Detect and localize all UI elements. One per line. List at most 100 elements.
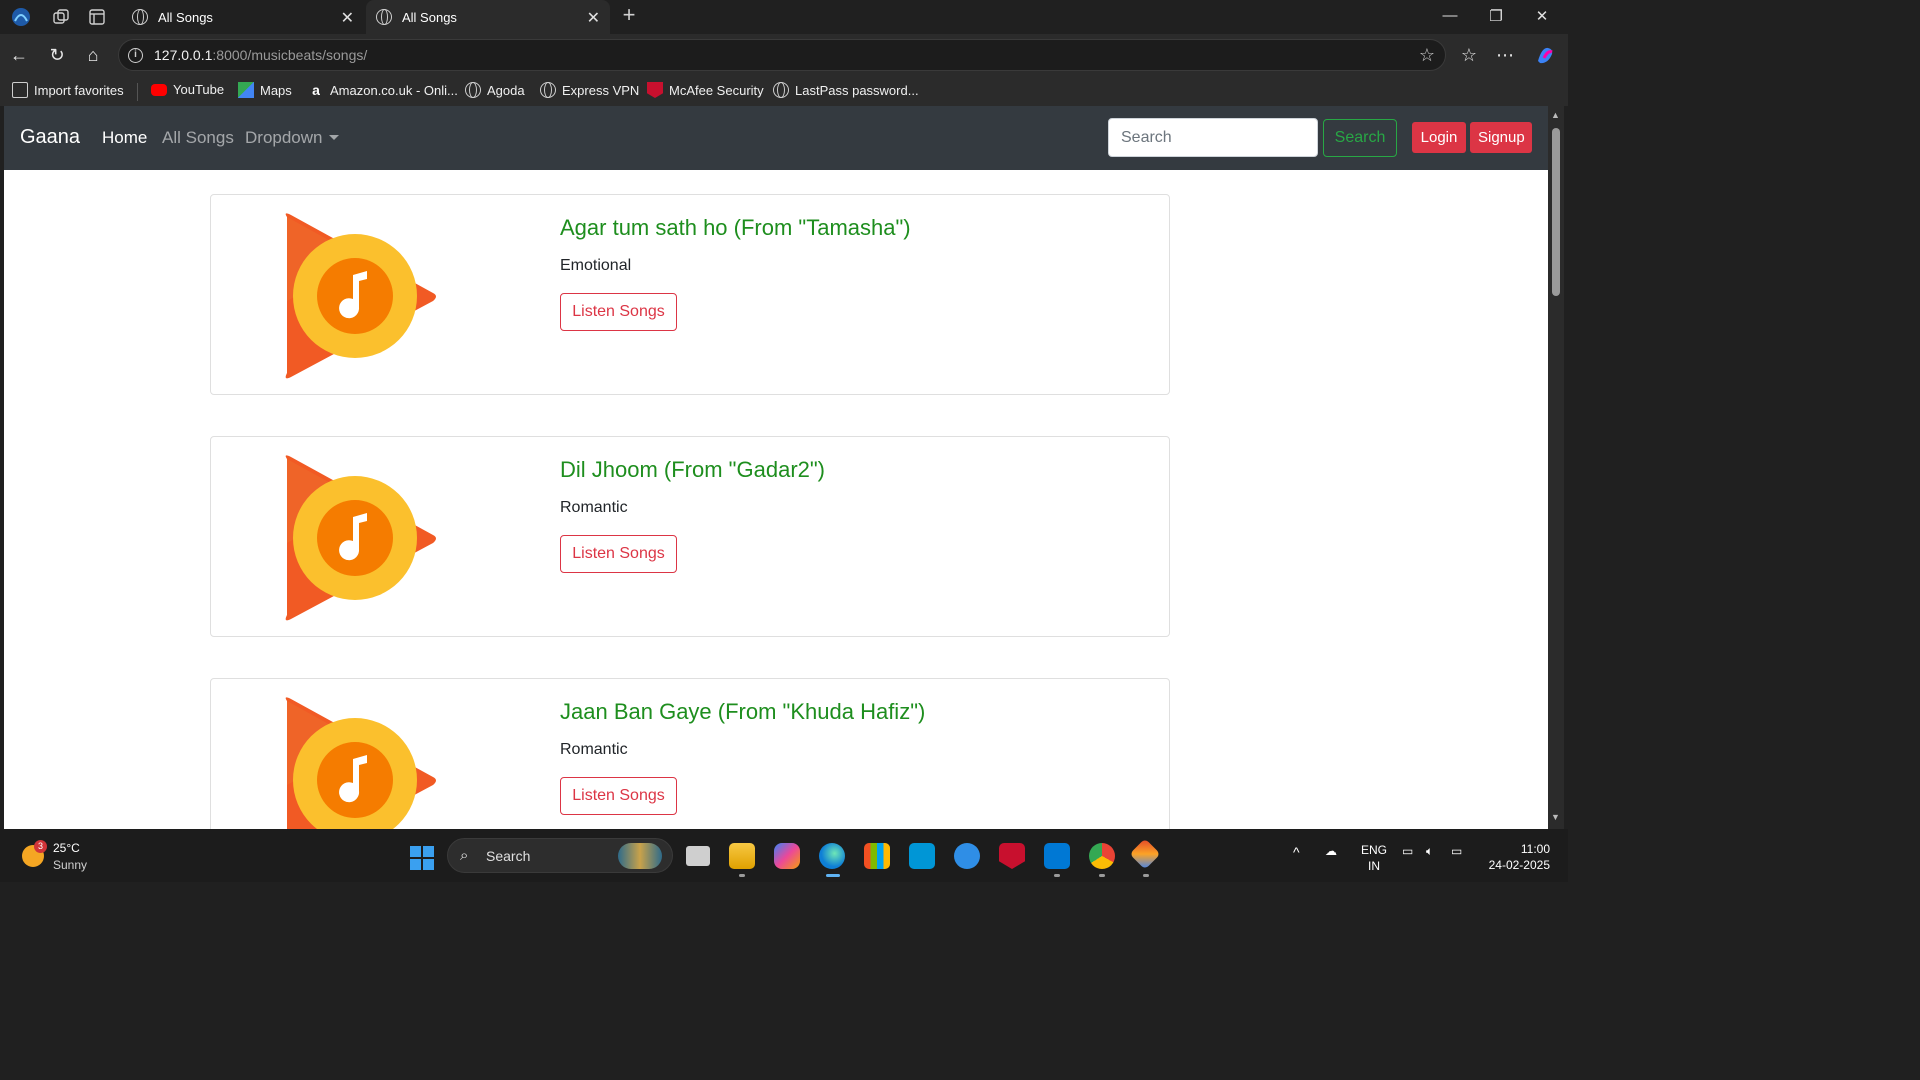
microsoft-store-icon[interactable] bbox=[864, 843, 890, 869]
tab-actions-icon[interactable] bbox=[86, 6, 108, 28]
amazon-icon: a bbox=[312, 82, 320, 98]
close-window-icon[interactable]: ✕ bbox=[1532, 7, 1552, 25]
import-icon bbox=[12, 82, 28, 98]
play-music-icon bbox=[285, 697, 436, 829]
copilot-icon[interactable] bbox=[1534, 44, 1556, 66]
song-title: Dil Jhoom (From "Gadar2") bbox=[560, 457, 826, 482]
tab-title: All Songs bbox=[402, 9, 457, 25]
copilot-app-icon[interactable] bbox=[774, 843, 800, 869]
workspaces-icon[interactable] bbox=[50, 6, 72, 28]
task-view-icon[interactable] bbox=[686, 846, 710, 866]
new-tab-icon[interactable]: + bbox=[618, 2, 640, 27]
running-indicator bbox=[1143, 874, 1149, 877]
bookmark-agoda[interactable]: Agoda bbox=[465, 82, 525, 98]
edge-icon[interactable] bbox=[819, 843, 845, 869]
song-card: Agar tum sath ho (From "Tamasha") Emotio… bbox=[210, 194, 1170, 395]
search-input[interactable] bbox=[1108, 118, 1318, 157]
search-icon: ⌕ bbox=[460, 847, 469, 864]
system-clock[interactable]: 11:00 24-02-2025 bbox=[1489, 841, 1550, 873]
search-highlight-image bbox=[618, 843, 662, 869]
myhp-icon[interactable] bbox=[909, 843, 935, 869]
listen-songs-button[interactable]: Listen Songs bbox=[560, 777, 677, 815]
signup-button[interactable]: Signup bbox=[1470, 122, 1532, 153]
bookmark-import-favorites[interactable]: Import favorites bbox=[12, 82, 124, 98]
page-scrollbar[interactable]: ▲ ▼ bbox=[1548, 106, 1564, 829]
bookmark-lastpass[interactable]: LastPass password... bbox=[773, 82, 919, 98]
running-indicator bbox=[1054, 874, 1060, 877]
weather-badge: 3 bbox=[34, 840, 47, 853]
song-category: Emotional bbox=[560, 257, 632, 274]
listen-songs-button[interactable]: Listen Songs bbox=[560, 293, 677, 331]
favorites-icon[interactable]: ☆ bbox=[1458, 44, 1480, 66]
mcafee-icon bbox=[647, 82, 663, 98]
globe-icon bbox=[465, 82, 481, 98]
chrome-icon[interactable] bbox=[1089, 843, 1115, 869]
running-indicator bbox=[1099, 874, 1105, 877]
windows-start-icon[interactable] bbox=[410, 846, 434, 870]
taskbar-search[interactable]: ⌕ Search bbox=[447, 838, 673, 873]
battery-icon[interactable]: ▭ bbox=[1451, 844, 1462, 858]
language-indicator[interactable]: ENG IN bbox=[1361, 842, 1387, 874]
bookmark-mcafee[interactable]: McAfee Security bbox=[647, 82, 764, 98]
favorite-star-icon[interactable]: ☆ bbox=[1419, 45, 1435, 66]
tab-all-songs-1[interactable]: All Songs ✕ bbox=[122, 0, 364, 34]
play-music-icon bbox=[285, 213, 436, 379]
nav-home[interactable]: Home bbox=[102, 128, 147, 148]
browser-profile-icon[interactable] bbox=[10, 6, 32, 28]
search-button[interactable]: Search bbox=[1323, 119, 1397, 157]
close-tab-icon[interactable]: ✕ bbox=[587, 8, 600, 28]
song-category: Romantic bbox=[560, 499, 628, 516]
site-info-icon[interactable]: i bbox=[128, 48, 143, 63]
restore-icon[interactable]: ❐ bbox=[1486, 7, 1506, 25]
scroll-thumb[interactable] bbox=[1552, 128, 1560, 296]
back-icon[interactable]: ← bbox=[8, 44, 30, 66]
onedrive-icon[interactable]: ☁ bbox=[1325, 844, 1337, 858]
url-text[interactable]: 127.0.0.1:8000/musicbeats/songs/ bbox=[154, 47, 367, 63]
git-app-icon[interactable] bbox=[1129, 838, 1161, 870]
bookmark-express-vpn[interactable]: Express VPN bbox=[540, 82, 639, 98]
caret-down-icon bbox=[328, 135, 339, 140]
scroll-down-icon[interactable]: ▼ bbox=[1551, 812, 1560, 822]
site-brand[interactable]: Gaana bbox=[20, 126, 80, 149]
windows-taskbar: 3 25°C Sunny ⌕ Search ^ ☁ ENG IN ▭ 🔈︎ ▭ 1… bbox=[0, 829, 1568, 882]
mcafee-app-icon[interactable] bbox=[999, 843, 1025, 869]
divider bbox=[137, 83, 138, 101]
globe-icon bbox=[376, 9, 392, 25]
file-explorer-icon[interactable] bbox=[729, 843, 755, 869]
play-music-icon bbox=[285, 455, 436, 621]
network-icon[interactable]: ▭ bbox=[1402, 844, 1413, 858]
show-hidden-icons[interactable]: ^ bbox=[1293, 844, 1300, 860]
vscode-icon[interactable] bbox=[1044, 843, 1070, 869]
weather-temp[interactable]: 25°C bbox=[53, 841, 80, 855]
help-icon[interactable] bbox=[954, 843, 980, 869]
url-bar[interactable]: i 127.0.0.1:8000/musicbeats/songs/ ☆ bbox=[118, 39, 1446, 71]
login-button[interactable]: Login bbox=[1412, 122, 1466, 153]
globe-icon bbox=[540, 82, 556, 98]
tab-all-songs-2[interactable]: All Songs ✕ bbox=[366, 0, 610, 34]
tab-title: All Songs bbox=[158, 9, 213, 25]
weather-condition[interactable]: Sunny bbox=[53, 858, 87, 872]
listen-songs-button[interactable]: Listen Songs bbox=[560, 535, 677, 573]
address-toolbar: ← ↻ ⌂ i 127.0.0.1:8000/musicbeats/songs/… bbox=[0, 34, 1568, 76]
volume-icon[interactable]: 🔈︎ bbox=[1426, 844, 1433, 859]
youtube-icon bbox=[151, 83, 167, 96]
nav-dropdown[interactable]: Dropdown bbox=[245, 128, 339, 148]
minimize-icon[interactable]: — bbox=[1440, 7, 1460, 24]
bookmark-youtube[interactable]: YouTube bbox=[151, 82, 224, 97]
close-tab-icon[interactable]: ✕ bbox=[341, 8, 354, 28]
bookmark-maps[interactable]: Maps bbox=[238, 82, 292, 98]
bookmark-amazon[interactable]: a Amazon.co.uk - Onli... bbox=[308, 82, 458, 98]
bookmarks-bar: Import favorites YouTube Maps a Amazon.c… bbox=[0, 76, 1568, 106]
nav-all-songs[interactable]: All Songs bbox=[162, 128, 234, 148]
song-title: Agar tum sath ho (From "Tamasha") bbox=[560, 215, 911, 240]
song-card: Dil Jhoom (From "Gadar2") Romantic Liste… bbox=[210, 436, 1170, 637]
scroll-up-icon[interactable]: ▲ bbox=[1551, 110, 1560, 120]
song-card: Jaan Ban Gaye (From "Khuda Hafiz") Roman… bbox=[210, 678, 1170, 829]
song-category: Romantic bbox=[560, 741, 628, 758]
home-icon[interactable]: ⌂ bbox=[82, 44, 104, 66]
more-options-icon[interactable]: ⋯ bbox=[1494, 44, 1516, 66]
globe-icon bbox=[132, 9, 148, 25]
maps-icon bbox=[238, 82, 254, 98]
refresh-icon[interactable]: ↻ bbox=[46, 44, 68, 66]
site-navbar: Gaana Home All Songs Dropdown Search Log… bbox=[4, 106, 1548, 170]
